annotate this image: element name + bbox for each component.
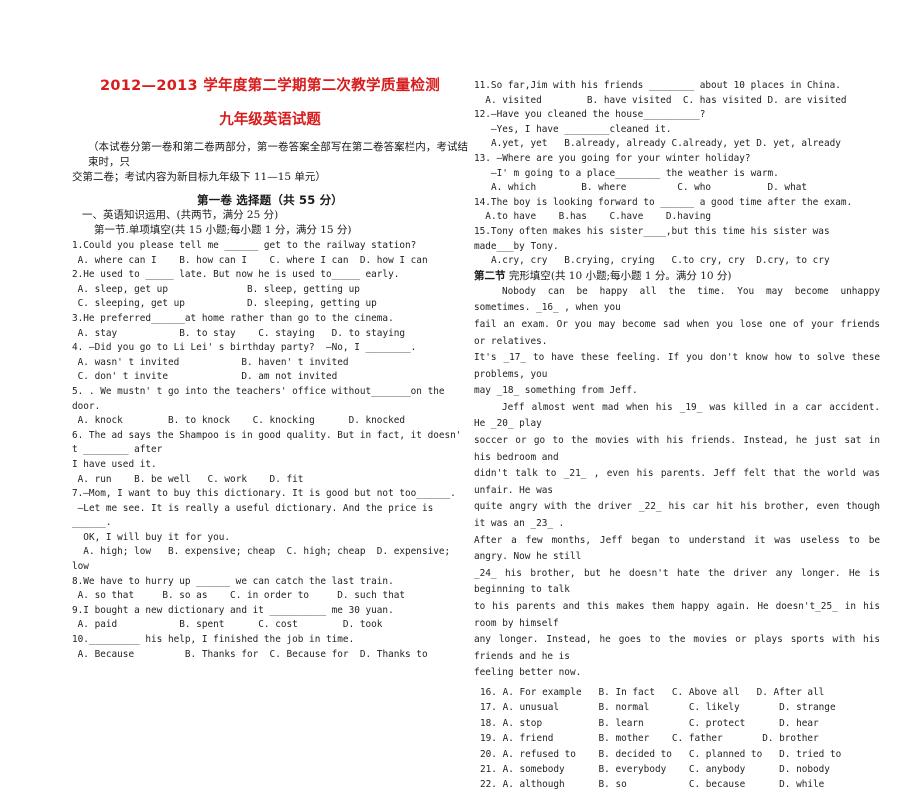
- question-options: A. stay B. to stay C. staying D. to stay…: [72, 327, 406, 339]
- section-two-text: 完形填空(共 10 小题;每小题 1 分。满分 10 分): [508, 269, 732, 282]
- question-item: 6. The ad says the Shampoo is in good qu…: [72, 429, 468, 487]
- question-stem: 15.Tony often makes his sister____,but t…: [474, 225, 836, 252]
- question-item: 9.I bought a new dictionary and it _____…: [72, 604, 468, 633]
- question-stem: 8.We have to hurry up ______ we can catc…: [72, 575, 394, 587]
- question-item: 13. —Where are you going for your winter…: [474, 152, 880, 196]
- question-item: 5. . We mustn' t go into the teachers' o…: [72, 385, 468, 429]
- cloze-options-row: 22. A. although B. so C. because D. whil…: [480, 779, 825, 791]
- question-stem: 3.He preferred______at home rather than …: [72, 312, 394, 324]
- question-item: 12.—Have you cleaned the house__________…: [474, 108, 880, 152]
- question-item: 8.We have to hurry up ______ we can catc…: [72, 575, 468, 604]
- question-item: 2.He used to _____ late. But now he is u…: [72, 268, 468, 312]
- question-options: A. sleep, get up B. sleep, getting up: [72, 283, 360, 295]
- question-options: C. don' t invite D. am not invited: [72, 371, 338, 383]
- question-stem-continued: OK, I will buy it for you.: [72, 531, 231, 543]
- question-item: 4. —Did you go to Li Lei' s birthday par…: [72, 341, 468, 385]
- question-stem: 5. . We mustn' t go into the teachers' o…: [72, 385, 451, 412]
- question-options: A. visited B. have visited C. has visite…: [474, 94, 847, 106]
- cloze-line: Jeff almost went mad when his _19_ was k…: [474, 401, 880, 430]
- cloze-options-row: 20. A. refused to B. decided to C. plann…: [480, 748, 842, 760]
- question-stem: 7.—Mom, I want to buy this dictionary. I…: [72, 488, 456, 500]
- question-stem-continued: —Yes, I have ________cleaned it.: [474, 123, 672, 135]
- question-stem-continued: —Let me see. It is really a useful dicti…: [72, 502, 439, 529]
- cloze-line: didn't talk to _21_ , even his parents. …: [474, 468, 880, 496]
- question-item: 11.So far,Jim with his friends ________ …: [474, 79, 880, 108]
- exam-paper-page: 2012—2013 学年度第二学期第二次教学质量检测 九年级英语试题 （本试卷分…: [0, 0, 920, 790]
- question-stem: 6. The ad says the Shampoo is in good qu…: [72, 429, 468, 456]
- question-item: 15.Tony often makes his sister____,but t…: [474, 225, 880, 269]
- question-stem-continued: I have used it.: [72, 458, 157, 470]
- cloze-line: quite angry with the driver _22_ his car…: [474, 501, 880, 530]
- question-item: 7.—Mom, I want to buy this dictionary. I…: [72, 487, 468, 575]
- question-options: A. which B. where C. who D. what: [474, 182, 808, 194]
- question-stem: 9.I bought a new dictionary and it _____…: [72, 604, 394, 616]
- cloze-line: After a few months, Jeff began to unders…: [474, 534, 880, 563]
- question-stem: 2.He used to _____ late. But now he is u…: [72, 269, 400, 281]
- page-subtitle: 九年级英语试题: [219, 112, 321, 128]
- cloze-line: Nobody can be happy all the time. You ma…: [474, 285, 880, 314]
- page-title: 2012—2013 学年度第二学期第二次教学质量检测: [99, 78, 441, 94]
- cloze-passage: Nobody can be happy all the time. You ma…: [474, 284, 880, 682]
- cloze-line: fail an exam. Or you may become sad when…: [474, 318, 880, 347]
- section-two-heading: 第二节 完形填空(共 10 小题;每小题 1 分。满分 10 分): [474, 269, 880, 284]
- part-one-heading: 一、英语知识运用、(共两节，满分 25 分): [82, 209, 279, 221]
- cloze-options-row: 17. A. unusual B. normal C. likely D. st…: [480, 702, 836, 714]
- right-column-top-spacer: [474, 0, 880, 78]
- cloze-line: soccer or go to the movies with his frie…: [474, 435, 880, 463]
- question-options: A. run B. be well C. work D. fit: [72, 473, 304, 485]
- cloze-options-row: 16. A. For example B. In fact C. Above a…: [480, 686, 825, 698]
- right-column: 11.So far,Jim with his friends ________ …: [474, 0, 880, 793]
- exam-notice: （本试卷分第一卷和第二卷两部分，第一卷答案全部写在第二卷答案栏内，考试结束时，只…: [72, 140, 468, 185]
- question-options: A. paid B. spent C. cost D. took: [72, 619, 383, 631]
- question-item: 1.Could you please tell me ______ get to…: [72, 239, 468, 268]
- question-item: 3.He preferred______at home rather than …: [72, 312, 468, 341]
- left-column: 2012—2013 学年度第二学期第二次教学质量检测 九年级英语试题 （本试卷分…: [72, 0, 468, 662]
- question-options: A. so that B. so as C. in order to D. su…: [72, 590, 406, 602]
- cloze-line: any longer. Instead, he goes to the movi…: [474, 634, 880, 662]
- exam-notice-line-1: （本试卷分第一卷和第二卷两部分，第一卷答案全部写在第二卷答案栏内，考试结束时，只: [88, 141, 468, 168]
- question-options: A. high; low B. expensive; cheap C. high…: [72, 546, 456, 573]
- question-stem: 14.The boy is looking forward to ______ …: [474, 196, 853, 208]
- cloze-option-list: 16. A. For example B. In fact C. Above a…: [474, 685, 880, 793]
- question-options: A.cry, cry B.crying, crying C.to cry, cr…: [474, 255, 830, 267]
- question-item: 14.The boy is looking forward to ______ …: [474, 196, 880, 225]
- left-question-list: 1.Could you please tell me ______ get to…: [72, 239, 468, 662]
- cloze-options-row: 19. A. friend B. mother C. father D. bro…: [480, 733, 819, 745]
- section-two-label: 第二节: [474, 269, 506, 282]
- question-stem: 13. —Where are you going for your winter…: [474, 152, 751, 164]
- question-options: C. sleeping, get up D. sleeping, getting…: [72, 298, 377, 310]
- cloze-options-row: 21. A. somebody B. everybody C. anybody …: [480, 764, 830, 775]
- question-stem: 11.So far,Jim with his friends ________ …: [474, 80, 841, 91]
- cloze-options-row: 18. A. stop B. learn C. protect D. hear: [480, 717, 819, 729]
- question-options: A. wasn' t invited B. haven' t invited: [72, 356, 349, 368]
- question-options: A.yet, yet B.already, already C.already,…: [474, 138, 841, 150]
- question-stem: 12.—Have you cleaned the house__________…: [474, 109, 706, 121]
- right-question-list: 11.So far,Jim with his friends ________ …: [474, 79, 880, 269]
- cloze-line: _24_ his brother, but he doesn't hate th…: [474, 567, 880, 596]
- question-options: A. Because B. Thanks for C. Because for …: [72, 648, 428, 660]
- section-one-heading: 第一节.单项填空(共 15 小题;每小题 1 分，满分 15 分): [94, 224, 352, 236]
- paper-section-heading: 第一卷 选择题（共 55 分）: [196, 193, 343, 207]
- question-stem-continued: —I' m going to a place________ the weath…: [474, 167, 779, 179]
- question-options: A.to have B.has C.have D.having: [474, 211, 712, 223]
- question-options: A. where can I B. how can I C. where I c…: [72, 254, 428, 266]
- cloze-line: feeling better now.: [474, 667, 582, 679]
- cloze-line: It's _17_ to have these feeling. If you …: [474, 352, 880, 380]
- cloze-line: may _18_ something from Jeff.: [474, 385, 638, 397]
- question-item: 10._________ his help, I finished the jo…: [72, 633, 468, 662]
- question-stem: 10._________ his help, I finished the jo…: [72, 634, 355, 646]
- cloze-line: to his parents and this makes them happy…: [474, 601, 880, 629]
- question-stem: 1.Could you please tell me ______ get to…: [72, 240, 417, 251]
- question-options: A. knock B. to knock C. knocking D. knoc…: [72, 415, 406, 427]
- question-stem: 4. —Did you go to Li Lei' s birthday par…: [72, 342, 417, 354]
- exam-notice-line-2: 交第二卷；考试内容为新目标九年级下 11—15 单元）: [72, 171, 326, 183]
